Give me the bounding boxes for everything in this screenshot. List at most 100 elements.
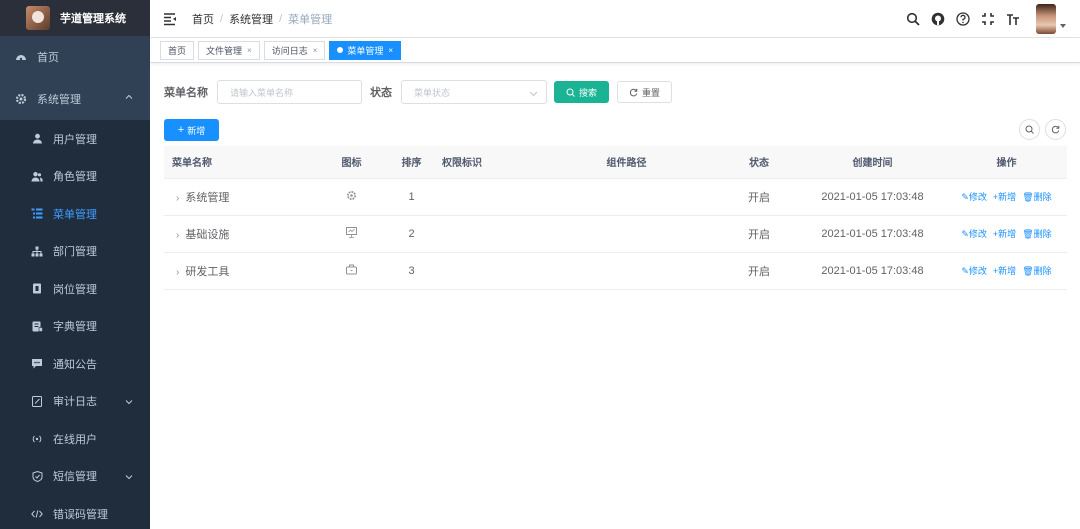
sidebar-item-posts[interactable]: 岗位管理 bbox=[0, 270, 150, 308]
sidebar-item-label: 审计日志 bbox=[53, 396, 97, 409]
validcode-icon bbox=[30, 469, 44, 483]
status-label: 状态 bbox=[370, 87, 392, 99]
chevron-up-icon bbox=[125, 94, 133, 99]
search-icon bbox=[1025, 125, 1034, 134]
perm-cell bbox=[434, 252, 534, 290]
app-title: 芋道管理系统 bbox=[60, 13, 126, 25]
expand-icon[interactable]: › bbox=[176, 193, 179, 204]
add-button-label: 新增 bbox=[187, 125, 206, 136]
tag-file-management[interactable]: 文件管理 × bbox=[198, 40, 260, 60]
menu-name-placeholder: 请输入菜单名称 bbox=[230, 87, 294, 98]
post-icon bbox=[30, 282, 44, 296]
sidebar-item-label: 部门管理 bbox=[53, 246, 97, 259]
monitor-icon bbox=[346, 226, 357, 238]
menu-name-cell: 研发工具 bbox=[185, 265, 230, 278]
table-row: › 研发工具 3 开启 2021-01-05 17:03:48 ✎修改 +新增 🗑删除 bbox=[164, 252, 1067, 290]
delete-button[interactable]: 🗑删除 bbox=[1022, 192, 1051, 202]
delete-button[interactable]: 🗑删除 bbox=[1022, 266, 1051, 276]
sidebar-item-depts[interactable]: 部门管理 bbox=[0, 233, 150, 271]
system-icon bbox=[347, 190, 356, 200]
reset-button-label: 重置 bbox=[641, 87, 660, 98]
component-cell bbox=[534, 178, 719, 216]
delete-button[interactable]: 🗑删除 bbox=[1022, 229, 1051, 239]
expand-icon[interactable]: › bbox=[176, 267, 179, 278]
tag-label: 访问日志 bbox=[271, 45, 308, 56]
sidebar-item-label: 岗位管理 bbox=[53, 283, 97, 296]
sidebar-item-label: 首页 bbox=[37, 52, 59, 64]
menu-name-cell: 基础设施 bbox=[185, 228, 230, 241]
chevron-down-icon bbox=[529, 91, 538, 97]
delete-button-label: 删除 bbox=[1033, 229, 1052, 239]
sidebar-item-label: 系统管理 bbox=[37, 94, 81, 106]
trash-icon: 🗑 bbox=[1022, 229, 1034, 239]
edit-icon: ✎ bbox=[961, 229, 969, 239]
delete-button-label: 删除 bbox=[1033, 266, 1052, 276]
hamburger-icon[interactable] bbox=[162, 11, 178, 27]
col-header-perm: 权限标识 bbox=[434, 146, 534, 179]
caret-down-icon[interactable] bbox=[1060, 24, 1066, 28]
user-icon bbox=[30, 132, 44, 146]
chevron-down-icon bbox=[125, 399, 133, 404]
sidebar-item-dicts[interactable]: 字典管理 bbox=[0, 308, 150, 346]
edit-button[interactable]: ✎修改 bbox=[961, 266, 987, 276]
question-icon[interactable] bbox=[956, 12, 970, 26]
col-header-component: 组件路径 bbox=[534, 146, 719, 179]
add-child-button-label: 新增 bbox=[998, 266, 1017, 276]
sidebar-item-error-codes[interactable]: 错误码管理 bbox=[0, 495, 150, 529]
trash-icon: 🗑 bbox=[1022, 266, 1034, 276]
table-toolbar: + 新增 bbox=[164, 119, 1066, 141]
sidebar-item-roles[interactable]: 角色管理 bbox=[0, 158, 150, 196]
user-avatar[interactable] bbox=[1036, 4, 1056, 34]
search-form: 菜单名称 请输入菜单名称 状态 菜单状态 搜索 重置 bbox=[164, 80, 1066, 104]
edit-button[interactable]: ✎修改 bbox=[961, 192, 987, 202]
close-icon[interactable]: × bbox=[247, 46, 252, 55]
status-select[interactable]: 菜单状态 bbox=[401, 80, 547, 104]
chevron-down-icon bbox=[125, 474, 133, 479]
reset-button[interactable]: 重置 bbox=[617, 81, 672, 103]
dict-icon bbox=[30, 319, 44, 333]
sidebar-item-notices[interactable]: 通知公告 bbox=[0, 345, 150, 383]
size-icon[interactable] bbox=[1006, 12, 1020, 26]
tree-table-icon bbox=[30, 207, 44, 221]
add-child-button[interactable]: +新增 bbox=[993, 192, 1016, 202]
status-placeholder: 菜单状态 bbox=[414, 87, 451, 98]
tree-icon bbox=[30, 244, 44, 258]
toggle-search-button[interactable] bbox=[1019, 119, 1040, 140]
tag-home[interactable]: 首页 bbox=[160, 40, 195, 60]
sidebar-item-sms[interactable]: 短信管理 bbox=[0, 458, 150, 496]
fullscreen-icon[interactable] bbox=[981, 12, 995, 26]
breadcrumb-item-system[interactable]: 系统管理 bbox=[229, 11, 273, 27]
tool-icon bbox=[346, 264, 357, 274]
add-child-button[interactable]: +新增 bbox=[993, 266, 1016, 276]
edit-icon: ✎ bbox=[961, 266, 969, 276]
sidebar-item-home[interactable]: 首页 bbox=[0, 36, 150, 78]
breadcrumb-item-home[interactable]: 首页 bbox=[192, 11, 214, 27]
log-icon bbox=[30, 394, 44, 408]
edit-button-label: 修改 bbox=[968, 266, 987, 276]
status-cell: 开启 bbox=[719, 178, 799, 216]
sidebar-item-online-users[interactable]: 在线用户 bbox=[0, 420, 150, 458]
github-icon[interactable] bbox=[931, 12, 945, 26]
add-child-button[interactable]: +新增 bbox=[993, 229, 1016, 239]
add-menu-button[interactable]: + 新增 bbox=[164, 119, 219, 141]
search-icon[interactable] bbox=[906, 12, 920, 26]
tag-menu-management[interactable]: 菜单管理 × bbox=[329, 40, 402, 60]
sidebar-item-users[interactable]: 用户管理 bbox=[0, 120, 150, 158]
close-icon[interactable]: × bbox=[313, 46, 318, 55]
search-button-label: 搜索 bbox=[578, 87, 597, 98]
close-icon[interactable]: × bbox=[388, 46, 393, 55]
refresh-button[interactable] bbox=[1045, 119, 1066, 140]
menu-name-input[interactable]: 请输入菜单名称 bbox=[217, 80, 362, 104]
sort-cell: 1 bbox=[389, 178, 434, 216]
expand-icon[interactable]: › bbox=[176, 230, 179, 241]
sidebar-item-menus[interactable]: 菜单管理 bbox=[0, 195, 150, 233]
logo[interactable]: 芋道管理系统 bbox=[0, 0, 150, 36]
tag-access-log[interactable]: 访问日志 × bbox=[263, 40, 326, 60]
navbar: 首页 / 系统管理 / 菜单管理 bbox=[150, 0, 1080, 38]
tags-view: 首页 文件管理 × 访问日志 × 菜单管理 × bbox=[150, 38, 1080, 63]
sidebar-item-system[interactable]: 系统管理 bbox=[0, 78, 150, 120]
table-header-row: 菜单名称 图标 排序 权限标识 组件路径 状态 创建时间 操作 bbox=[164, 146, 1067, 179]
search-button[interactable]: 搜索 bbox=[554, 81, 609, 103]
sidebar-item-audit-logs[interactable]: 审计日志 bbox=[0, 383, 150, 421]
edit-button[interactable]: ✎修改 bbox=[961, 229, 987, 239]
